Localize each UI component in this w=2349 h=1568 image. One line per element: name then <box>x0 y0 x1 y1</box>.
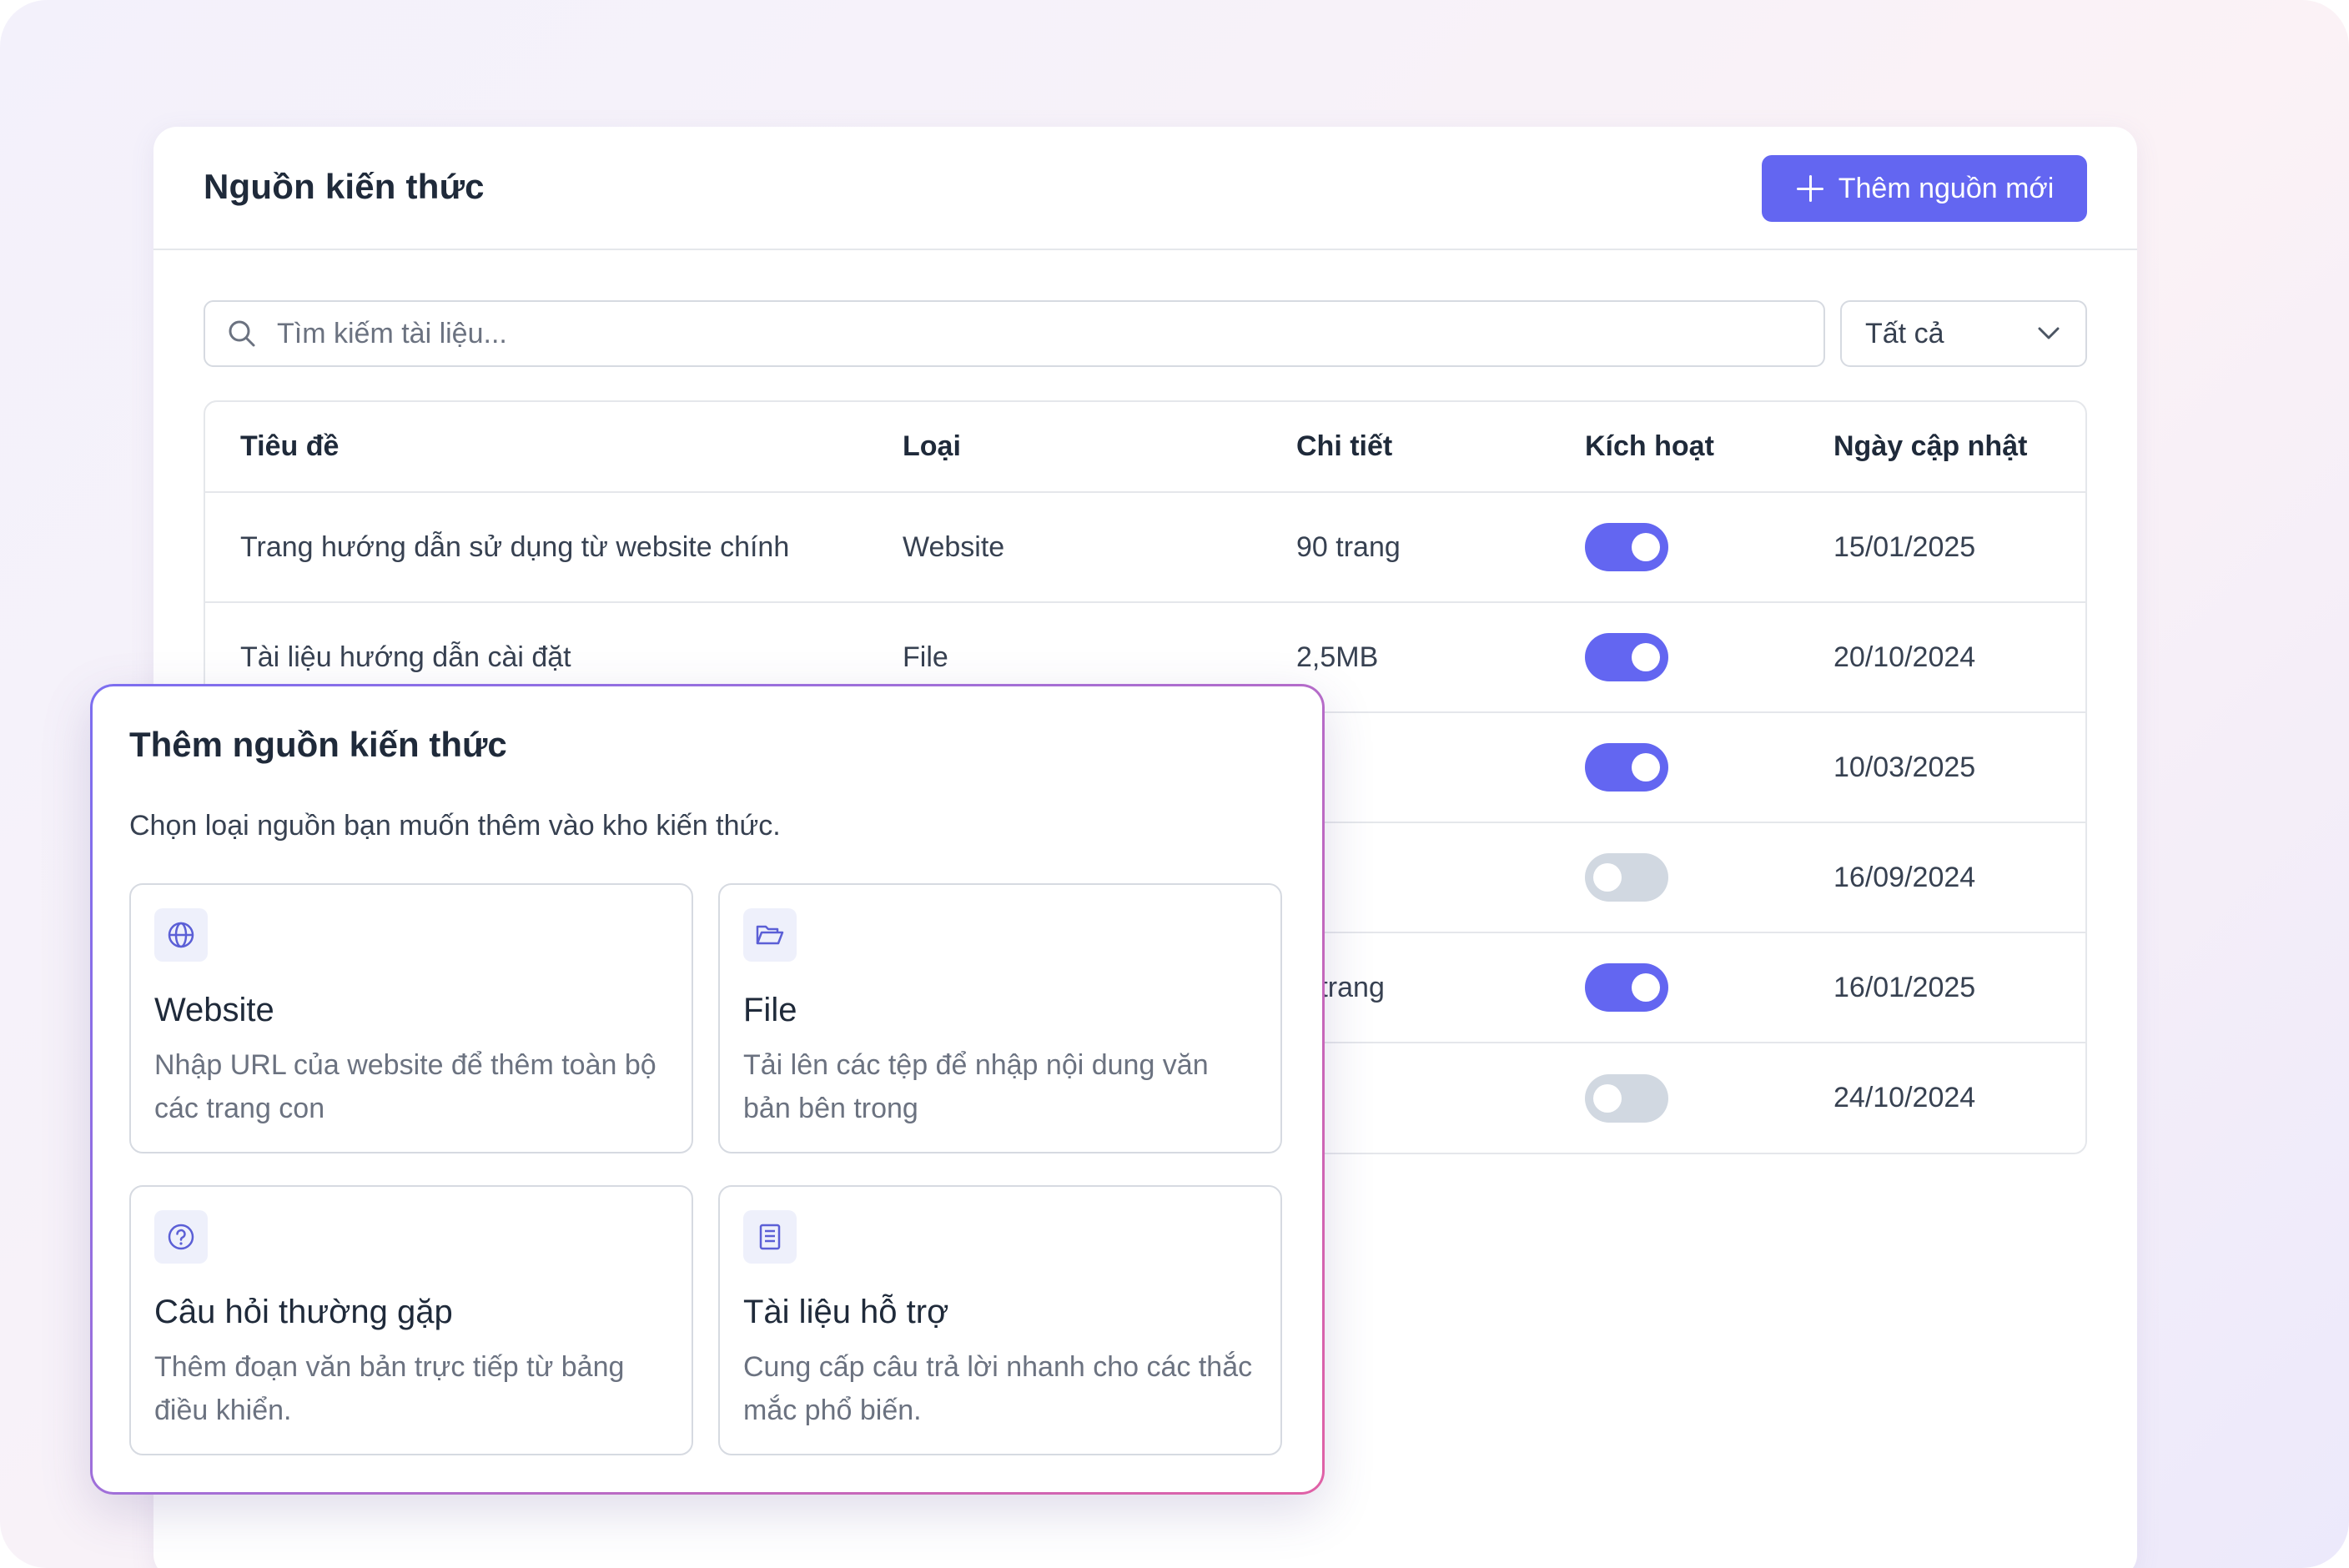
search-box[interactable] <box>204 300 1825 367</box>
option-title: Website <box>154 992 274 1028</box>
modal-body: Thêm nguồn kiến thức Chọn loại nguồn bạn… <box>93 686 1322 1492</box>
table-header-row: Tiêu đề Loại Chi tiết Kích hoạt Ngày cập… <box>205 402 2085 493</box>
toggle-knob <box>1593 863 1622 892</box>
chevron-down-icon <box>2038 327 2060 339</box>
toggle-knob <box>1632 533 1660 561</box>
panel-header: Nguồn kiến thức Thêm nguồn mới <box>153 127 2137 250</box>
cell-active <box>1550 822 1798 933</box>
add-source-modal: Thêm nguồn kiến thức Chọn loại nguồn bạn… <box>90 684 1325 1495</box>
app-background: Nguồn kiến thức Thêm nguồn mới Tất cả <box>0 0 2349 1568</box>
cell-title: Trang hướng dẫn sử dụng từ website chính <box>205 492 868 603</box>
search-input[interactable] <box>277 317 1778 350</box>
plus-icon <box>1795 173 1825 204</box>
toggle-knob <box>1593 1083 1622 1113</box>
cell-updated: 24/10/2024 <box>1833 1082 1976 1113</box>
option-icon-box <box>743 1210 797 1264</box>
active-toggle[interactable] <box>1585 633 1668 681</box>
column-header-updated[interactable]: Ngày cập nhật <box>1798 402 2085 493</box>
page-title: Nguồn kiến thức <box>204 167 485 206</box>
filter-select[interactable]: Tất cả <box>1840 300 2087 367</box>
option-title: Câu hỏi thường gặp <box>154 1294 453 1330</box>
table-row[interactable]: Trang hướng dẫn sử dụng từ website chính… <box>205 492 2085 603</box>
column-header-type[interactable]: Loại <box>868 402 1261 493</box>
option-title: Tài liệu hỗ trợ <box>743 1294 949 1330</box>
search-icon <box>229 320 255 347</box>
cell-updated: 16/01/2025 <box>1798 932 2085 1043</box>
column-header-title[interactable]: Tiêu đề <box>205 402 868 493</box>
cell-type: Website <box>868 492 1261 603</box>
cell-active <box>1550 492 1798 603</box>
option-icon-box <box>154 1210 208 1264</box>
cell-active <box>1550 602 1798 713</box>
filter-selected-value: Tất cả <box>1865 317 1944 349</box>
active-toggle[interactable] <box>1585 1073 1668 1123</box>
option-description: Tải lên các tệp để nhập nội dung văn bản… <box>743 1049 1209 1124</box>
question-circle-icon <box>168 1224 194 1250</box>
cell-updated: 16/09/2024 <box>1798 822 2085 933</box>
active-toggle[interactable] <box>1585 743 1668 792</box>
toggle-knob <box>1632 753 1660 781</box>
active-toggle[interactable] <box>1585 853 1668 902</box>
cell-updated: 20/10/2024 <box>1798 602 2085 713</box>
active-toggle[interactable] <box>1585 963 1668 1012</box>
folder-open-icon <box>756 925 784 945</box>
option-card-faq[interactable]: Câu hỏi thường gặp Thêm đoạn văn bản trự… <box>129 1185 693 1455</box>
column-header-active[interactable]: Kích hoạt <box>1550 402 1798 493</box>
document-icon <box>759 1224 781 1250</box>
cell-updated: 15/01/2025 <box>1798 492 2085 603</box>
modal-title: Thêm nguồn kiến thức <box>129 725 507 764</box>
cell-detail: 90 trang <box>1261 492 1550 603</box>
option-card-website[interactable]: Website Nhập URL của website để thêm toà… <box>129 883 693 1153</box>
cell-updated: 10/03/2025 <box>1798 712 2085 823</box>
option-description: Thêm đoạn văn bản trực tiếp từ bảng điều… <box>154 1351 625 1426</box>
option-icon-box <box>743 908 797 962</box>
option-title: File <box>743 992 797 1028</box>
toggle-knob <box>1632 643 1660 671</box>
toggle-knob <box>1632 973 1660 1002</box>
modal-description: Chọn loại nguồn bạn muốn thêm vào kho ki… <box>129 810 781 842</box>
cell-active <box>1550 1043 1798 1153</box>
cell-active <box>1550 712 1798 823</box>
active-toggle[interactable] <box>1585 523 1668 571</box>
option-description: Cung cấp câu trả lời nhanh cho các thắc … <box>743 1351 1253 1426</box>
option-description: Nhập URL của website để thêm toàn bộ các… <box>154 1049 656 1124</box>
option-card-support-docs[interactable]: Tài liệu hỗ trợ Cung cấp câu trả lời nha… <box>718 1185 1282 1455</box>
column-header-detail[interactable]: Chi tiết <box>1261 402 1550 493</box>
cell-active <box>1550 932 1798 1043</box>
globe-icon <box>168 922 194 948</box>
add-source-button[interactable]: Thêm nguồn mới <box>1762 155 2087 222</box>
option-card-file[interactable]: File Tải lên các tệp để nhập nội dung vă… <box>718 883 1282 1153</box>
option-icon-box <box>154 908 208 962</box>
add-source-button-label: Thêm nguồn mới <box>1838 172 2055 204</box>
